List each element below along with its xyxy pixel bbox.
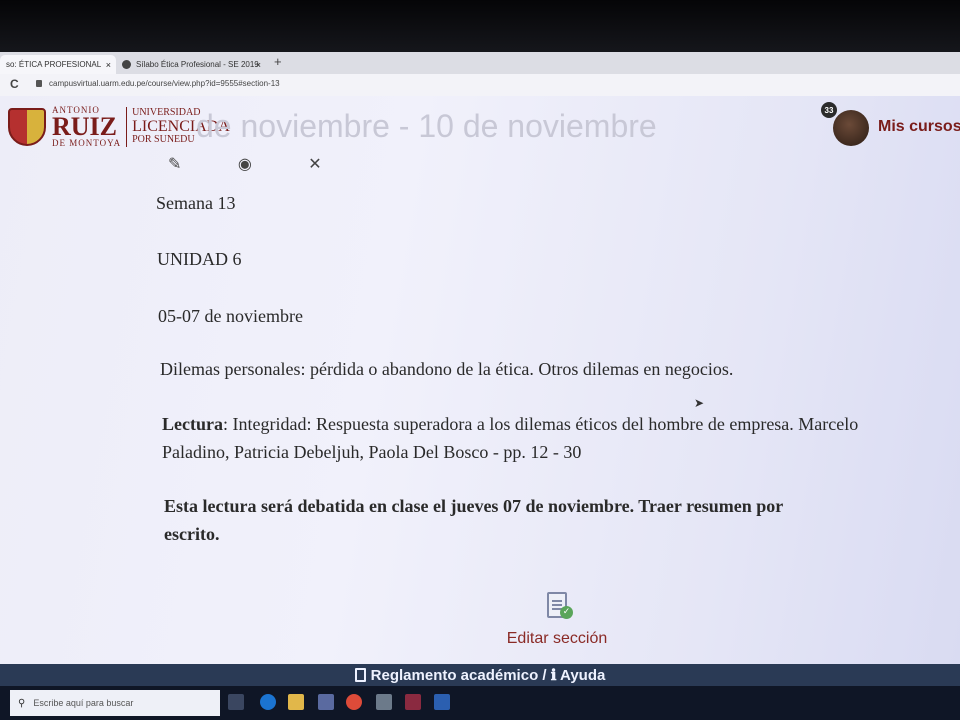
note-paragraph: Esta lectura será debatida en clase el j… [164, 492, 783, 548]
app-icon[interactable] [318, 694, 334, 710]
logo-wordmark: ANTONIO RUIZ DE MONTOYA [52, 105, 122, 148]
course-page: ANTONIO RUIZ DE MONTOYA UNIVERSIDAD LICE… [0, 96, 960, 664]
note-line: Esta lectura será debatida en clase el j… [164, 496, 784, 516]
footer-link[interactable]: Reglamento académico / ℹ Ayuda [371, 666, 606, 684]
my-courses-link[interactable]: Mis cursos [878, 118, 960, 136]
pdf-icon [354, 668, 366, 682]
unit-label: UNIDAD 6 [157, 249, 242, 269]
search-input[interactable]: Escribe aquí para buscar [33, 698, 133, 708]
calculator-icon[interactable] [376, 694, 392, 710]
address-bar: C campusvirtual.uarm.edu.pe/course/view.… [0, 74, 960, 97]
close-icon[interactable]: × [106, 60, 111, 70]
task-view-icon[interactable] [228, 694, 244, 710]
lock-icon [36, 80, 42, 87]
section-title: de noviembre - 10 de noviembre [196, 108, 657, 144]
tab-silabo[interactable]: Sílabo Ética Profesional - SE 2019 × [116, 55, 266, 74]
url-input[interactable]: campusvirtual.uarm.edu.pe/course/view.ph… [49, 79, 280, 88]
windows-taskbar: ⚲ Escribe aquí para buscar [0, 686, 960, 720]
word-icon[interactable] [434, 694, 450, 710]
tab-label: Sílabo Ética Profesional - SE 2019 [136, 60, 259, 69]
reading-label: Lectura [162, 414, 223, 434]
check-icon: ✓ [560, 606, 573, 619]
reload-icon[interactable]: C [10, 77, 19, 91]
browser-tab-bar: so: ÉTICA PROFESIONAL × Sílabo Ética Pro… [0, 52, 960, 75]
dates-label: 05-07 de noviembre [158, 306, 303, 326]
avatar[interactable] [833, 110, 869, 146]
file-explorer-icon[interactable] [288, 694, 304, 710]
document-edit-icon: ✓ [547, 592, 573, 619]
app-icon[interactable] [405, 694, 421, 710]
tab-label: so: ÉTICA PROFESIONAL [6, 60, 102, 69]
user-menu[interactable]: 33 [821, 102, 869, 146]
topic-text: Dilemas personales: pérdida o abandono d… [160, 359, 734, 379]
reading-authors: Paladino, Patricia Debeljuh, Paola Del B… [162, 442, 582, 462]
monitor-bezel [0, 0, 960, 52]
chrome-icon[interactable] [346, 694, 362, 710]
mouse-cursor-icon: ➤ [694, 396, 705, 410]
footer-bar: Reglamento académico / ℹ Ayuda [0, 664, 960, 686]
edit-section-button[interactable]: ✓ Editar sección [498, 592, 616, 648]
reading-title: : Integridad: Respuesta superadora a los… [222, 414, 859, 434]
logo-divider [126, 107, 128, 147]
section-edit-icons[interactable]: ✎ ◉ ✕ [168, 154, 348, 174]
close-icon[interactable]: × [256, 60, 261, 70]
notification-badge[interactable]: 33 [821, 102, 837, 118]
globe-icon [122, 60, 131, 69]
note-line: escrito. [164, 524, 220, 544]
new-tab-button[interactable]: + [274, 54, 282, 69]
week-label: Semana 13 [156, 193, 236, 213]
taskbar-search[interactable]: ⚲ Escribe aquí para buscar [10, 690, 220, 716]
edit-section-label[interactable]: Editar sección [498, 630, 616, 648]
search-icon: ⚲ [18, 697, 26, 709]
tab-etica-profesional[interactable]: so: ÉTICA PROFESIONAL × [0, 55, 116, 74]
reading-paragraph: Lectura: Integridad: Respuesta superador… [162, 410, 858, 466]
shield-icon [8, 108, 46, 146]
edge-icon[interactable] [260, 694, 276, 710]
